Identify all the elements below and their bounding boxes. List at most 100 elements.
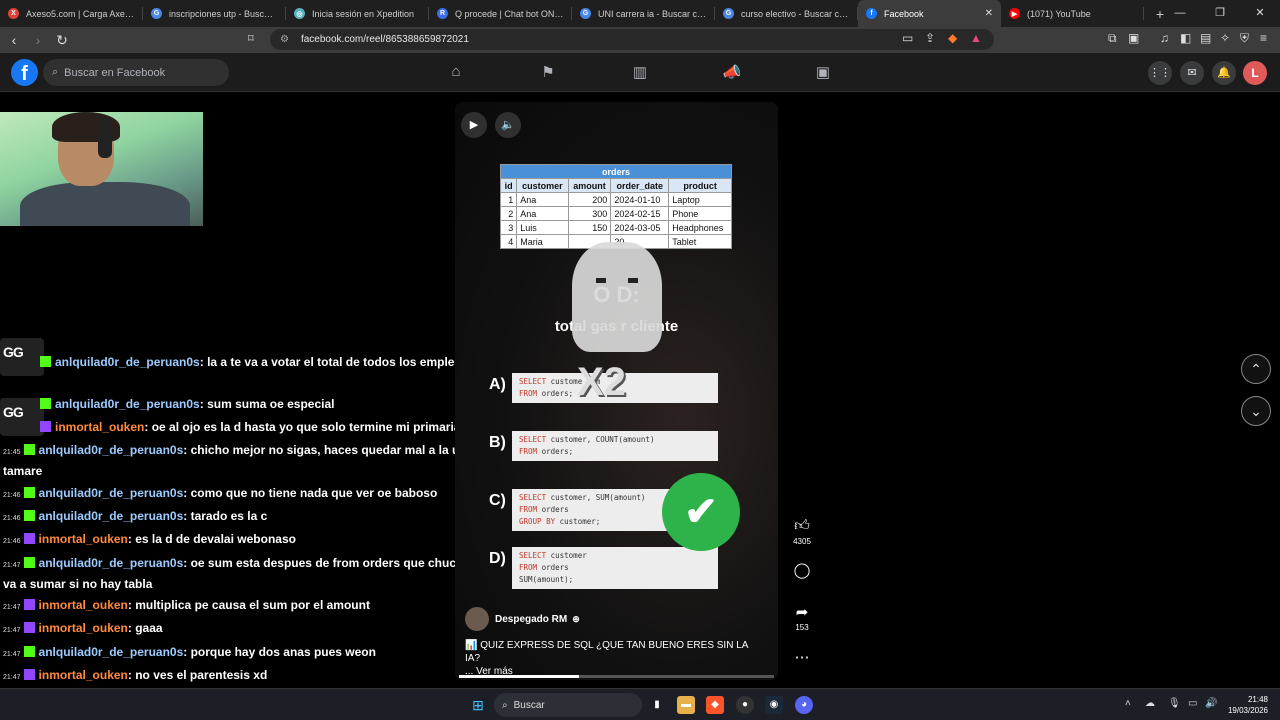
chat-message: 21:47 inmortal_ouken: multiplica pe causa… — [3, 598, 370, 612]
menu-icon[interactable]: ≡ — [1260, 31, 1267, 45]
windows-taskbar: ⊞ ⌕ Buscar ▮ ▬ ◆ ● ◉ ◕ ˄ ☁ 🎙 ▭ 🔊 21:48 1… — [0, 688, 1280, 720]
video-progress-fill — [459, 675, 579, 678]
browser-tab[interactable]: G UNI carrera ia - Buscar con Go — [572, 0, 715, 27]
headphones-icon — [98, 118, 112, 158]
close-tab-icon[interactable]: ✕ — [985, 8, 993, 19]
sidebar-icon[interactable]: ◧ — [1180, 31, 1191, 45]
messenger-icon[interactable]: ✉ — [1180, 61, 1204, 85]
like-count: 4305 — [793, 537, 811, 546]
next-reel-button[interactable]: ⌄ — [1241, 396, 1271, 426]
wallet-icon[interactable]: ▤ — [1200, 31, 1211, 45]
task-view-icon[interactable]: ▮ — [648, 696, 666, 714]
windows-start-icon[interactable]: ⊞ — [469, 696, 487, 714]
notifications-icon[interactable]: 🔔 — [1212, 61, 1236, 85]
chat-username: anlquilad0r_de_peruan0s — [38, 443, 184, 457]
browser-tab[interactable]: Gcurso electivo - Buscar con Go — [715, 0, 858, 27]
tab-favicon-icon: R — [437, 8, 448, 19]
kick-badge-icon — [23, 510, 35, 521]
code-line: FROM orders — [519, 563, 569, 572]
browser-tab[interactable]: ▶ (1071) YouTube — [1001, 0, 1144, 27]
browser-tab[interactable]: ◎ Inicia sesión en Xpedition — [286, 0, 429, 27]
chat-username: inmortal_ouken — [38, 598, 128, 612]
volume-icon[interactable]: 🔈 — [495, 112, 521, 138]
reload-icon[interactable]: ↻ — [52, 32, 72, 49]
chat-timestamp: 21:47 — [3, 562, 21, 569]
gg-emote: GG — [0, 398, 44, 436]
facebook-logo[interactable]: f — [11, 59, 38, 86]
media-icon[interactable]: ♫ — [1160, 31, 1169, 45]
vpn-icon[interactable]: ⛨ — [1240, 31, 1249, 46]
back-icon[interactable]: ‹ — [4, 32, 24, 48]
table-header-cell: customer — [516, 178, 569, 193]
screenshot-icon[interactable]: ▣ — [1128, 31, 1139, 45]
chat-username: inmortal_ouken — [38, 532, 128, 546]
author-name[interactable]: Despegado RM — [495, 614, 567, 625]
table-header-cell: amount — [567, 178, 612, 193]
pages-flag-icon[interactable]: ⚑ — [537, 63, 559, 81]
chat-text: : gaaa — [127, 621, 163, 635]
browser-tab[interactable]: f Facebook ✕ — [858, 0, 1001, 27]
site-info-icon[interactable]: ⚙ — [280, 34, 289, 45]
home-icon[interactable]: ⌂ — [445, 63, 467, 80]
table-cell: 2024-01-10 — [610, 192, 670, 207]
share-button[interactable]: ➦ 153 — [788, 603, 816, 632]
chat-text-wrap: tamare — [3, 464, 43, 478]
gaming-icon[interactable]: ▣ — [812, 63, 834, 81]
brave-icon[interactable]: ◆ — [706, 696, 724, 714]
browser-tab[interactable]: Ginscripciones utp - Buscar con — [143, 0, 286, 27]
address-bar[interactable]: ⚙ facebook.com/reel/865388659872021 — [270, 29, 994, 50]
forward-icon[interactable]: › — [28, 32, 48, 48]
discord-icon[interactable]: ◕ — [795, 696, 813, 714]
option-code-box[interactable]: SELECT customer FROM orders SUM(amount); — [512, 547, 718, 589]
mic-icon[interactable]: 🎙 — [1168, 698, 1181, 709]
previous-reel-button[interactable]: ⌃ — [1241, 354, 1271, 384]
video-icon[interactable]: ▥ — [629, 63, 651, 81]
author-avatar[interactable] — [465, 607, 489, 631]
facebook-search[interactable]: ⌕ Buscar en Facebook — [43, 59, 229, 86]
caption-text: 📊 QUIZ EXPRESS DE SQL ¿QUE TAN BUENO ERE… — [465, 640, 748, 664]
table-cell: 3 — [499, 220, 518, 235]
marketplace-icon[interactable]: 📣 — [721, 63, 743, 81]
system-clock[interactable]: 21:48 19/03/2026 — [1228, 694, 1268, 716]
code-line: FROM orders; — [519, 447, 574, 456]
speaker-icon[interactable]: 🔊 — [1205, 698, 1217, 709]
obs-icon[interactable]: ● — [736, 696, 754, 714]
chat-message: 21:47 inmortal_ouken: gaaa — [3, 621, 163, 635]
reel-author[interactable]: Despegado RM ⊕ — [465, 607, 580, 631]
brave-rewards-icon[interactable]: ▲ — [970, 31, 982, 45]
play-icon[interactable]: ▶ — [461, 112, 487, 138]
profile-avatar[interactable]: L — [1243, 61, 1267, 85]
close-icon[interactable]: ✕ — [1240, 0, 1280, 27]
orders-table: orders id customer amount order_date product… — [499, 164, 732, 249]
tab-favicon-icon: f — [866, 8, 877, 19]
share-icon[interactable]: ⇪ — [925, 31, 935, 45]
comment-button[interactable]: ◯ — [788, 561, 816, 579]
chat-text: : porque hay dos anas pues weon — [183, 645, 376, 659]
chat-message: anlquilad0r_de_peruan0s: sum suma oe esp… — [40, 397, 334, 411]
minimize-icon[interactable]: — — [1160, 0, 1200, 27]
chat-message: 21:47 anlquilad0r_de_peruan0s: oe sum est… — [3, 556, 470, 570]
bookmark-icon[interactable]: ⌑ — [248, 32, 254, 45]
network-icon[interactable]: ▭ — [1188, 698, 1197, 709]
option-code-box[interactable]: SELECT customer, COUNT(amount) FROM order… — [512, 431, 718, 461]
option-label: B) — [489, 434, 506, 451]
maximize-icon[interactable]: ❐ — [1200, 0, 1240, 27]
chat-text: : tarado es la c — [183, 509, 268, 523]
browser-tab[interactable]: R Q procede | Chat bot ON - Re — [429, 0, 572, 27]
video-progress-bar[interactable] — [459, 675, 774, 678]
leo-ai-icon[interactable]: ✧ — [1220, 31, 1230, 45]
file-explorer-icon[interactable]: ▬ — [677, 696, 695, 714]
more-options-button[interactable]: ⋯ — [788, 648, 816, 666]
reel-video[interactable]: ▶ 🔈 orders id customer amount order_date pro… — [455, 102, 778, 680]
steam-icon[interactable]: ◉ — [765, 696, 783, 714]
like-button[interactable]: 👍︎ 4305 — [788, 517, 816, 546]
extensions-icon[interactable]: ⧉ — [1108, 31, 1117, 46]
cast-icon[interactable]: ▭ — [902, 31, 913, 45]
taskbar-search[interactable]: ⌕ Buscar — [494, 693, 642, 717]
onedrive-icon[interactable]: ☁ — [1145, 698, 1155, 709]
tray-chevron-icon[interactable]: ˄ — [1125, 698, 1131, 709]
menu-grid-icon[interactable]: ⋮⋮ — [1148, 61, 1172, 85]
table-cell: Maria — [516, 234, 569, 249]
brave-shield-icon[interactable]: ◆ — [948, 31, 957, 45]
browser-tab[interactable]: X Axeso5.com | Carga AxesoCash — [0, 0, 143, 27]
